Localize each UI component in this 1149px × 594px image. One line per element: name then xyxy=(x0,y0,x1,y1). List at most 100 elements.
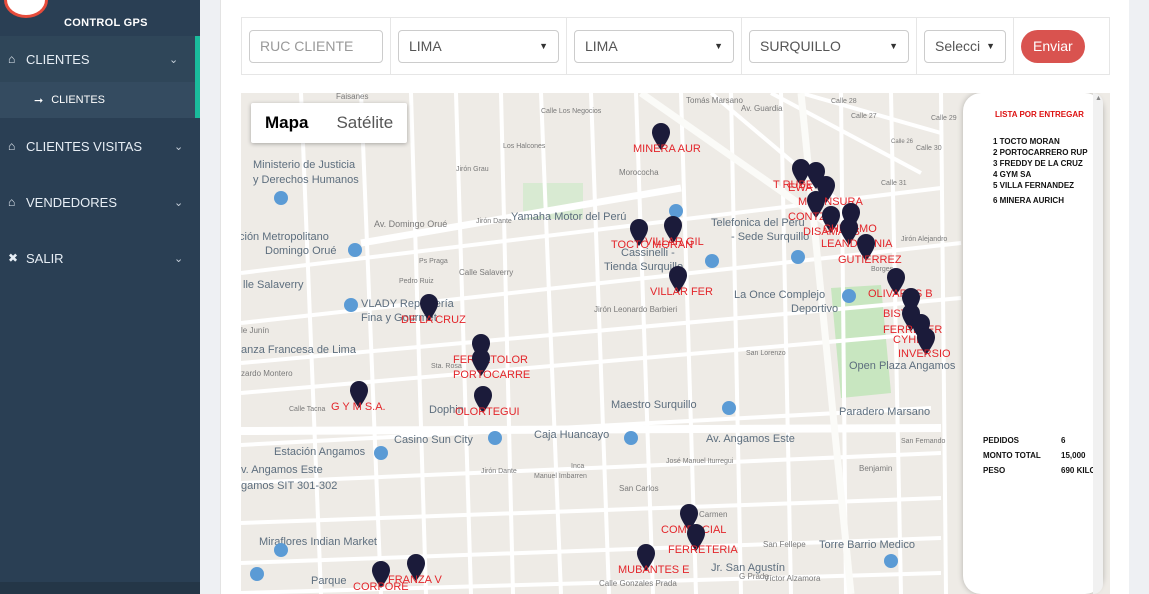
chevron-down-icon: ⌄ xyxy=(174,252,184,265)
marker-label: CONTZ xyxy=(788,211,826,223)
poi-icon[interactable] xyxy=(488,431,502,445)
district-value: SURQUILLO xyxy=(760,38,841,54)
list-item: 2 PORTOCARRERO RUP xyxy=(993,148,1088,157)
poi-icon[interactable] xyxy=(344,298,358,312)
poi-icon[interactable] xyxy=(624,431,638,445)
brand-title: CONTROL GPS xyxy=(64,17,148,29)
map-place-label: Yamaha Motor del Perú xyxy=(511,211,626,223)
department-value: LIMA xyxy=(409,38,442,54)
map-place-label: Av. Domingo Orué xyxy=(374,219,447,229)
map-place-label: San Fernando xyxy=(901,438,945,445)
map-place-label: Ps Praga xyxy=(419,258,448,265)
map-place-label: Estación Angamos xyxy=(274,446,366,458)
map-place-label: Paradero Marsano xyxy=(839,406,930,418)
sidebar-item-clientes[interactable]: ⌂ CLIENTES ⌄ xyxy=(0,36,200,82)
sidebar-item-salir[interactable]: ✖ SALIR ⌄ xyxy=(0,230,200,286)
map-canvas[interactable]: Faisanes Calle Los Negocios Tomás Marsano A… xyxy=(241,93,1110,594)
map-place-label: Calle Salaverry xyxy=(459,268,513,277)
map-type-control: Mapa Satélite xyxy=(251,103,408,143)
ruc-cliente-input[interactable]: RUC CLIENTE xyxy=(249,29,383,63)
poi-icon[interactable] xyxy=(274,191,288,205)
poi-icon[interactable] xyxy=(705,254,719,268)
stat-value: 6 xyxy=(1061,436,1066,445)
marker-label: EWA xyxy=(788,182,813,194)
list-item: 3 FREDDY DE LA CRUZ xyxy=(993,159,1083,168)
marker-label: FRANZA V xyxy=(388,574,442,586)
poi-icon[interactable] xyxy=(884,554,898,568)
map-place-label: Calle 26 xyxy=(891,139,914,145)
sidebar-item-clientes-visitas[interactable]: ⌂ CLIENTES VISITAS ⌄ xyxy=(0,118,200,174)
map-place-label: Pedro Ruiz xyxy=(399,278,434,285)
poi-icon[interactable] xyxy=(348,243,362,257)
brand: CONTROL GPS xyxy=(0,0,200,36)
map-place-label: Casino Sun City xyxy=(394,434,473,446)
marker-label: DE LA CRUZ xyxy=(401,314,466,326)
marker-label: VILLAR FER xyxy=(650,286,713,298)
map-place-label: Jirón Alejandro xyxy=(901,236,947,243)
map-place-label: zardo Montero xyxy=(241,369,293,378)
sidebar-subitem-label: CLIENTES xyxy=(51,94,106,106)
sidebar-item-vendedores[interactable]: ⌂ VENDEDORES ⌄ xyxy=(0,174,200,230)
enviar-button[interactable]: Enviar xyxy=(1021,29,1085,63)
map-marker[interactable]: VILLAR GIL xyxy=(645,216,704,248)
map-place-label: Calle Tacna xyxy=(289,406,326,413)
map-place-label: Caja Huancayo xyxy=(534,429,609,441)
map-place-label: José Manuel Iturregui xyxy=(666,458,734,465)
filter-cell: LIMA ▼ xyxy=(391,18,567,74)
map-place-label: gamos SIT 301-302 xyxy=(241,480,337,492)
logo xyxy=(4,0,48,18)
map-place-label: Calle 28 xyxy=(831,98,857,105)
list-item: 1 TOCTO MORAN xyxy=(993,137,1060,146)
marker-label: INVERSIO xyxy=(898,348,951,360)
map-place-label: Calle 29 xyxy=(931,115,957,122)
filter-cell: Selecci ▼ xyxy=(917,18,1014,74)
map-type-satelite[interactable]: Satélite xyxy=(322,113,407,133)
delivery-list: 1 TOCTO MORAN 2 PORTOCARRERO RUP 3 FREDD… xyxy=(993,136,1088,206)
map-place-label: Parque xyxy=(311,575,346,587)
list-item: 5 VILLA FERNANDEZ xyxy=(993,181,1075,190)
sidebar-item-label: SALIR xyxy=(26,250,64,266)
marker-label: OLORTEGUI xyxy=(455,406,520,418)
caret-down-icon: ▼ xyxy=(714,41,723,51)
district-select[interactable]: SURQUILLO ▼ xyxy=(749,29,909,63)
extra-select-value: Selecci xyxy=(935,38,981,54)
map-place-label: ción Metropolitano xyxy=(241,231,329,243)
stat-row: PESO 690 KILOS xyxy=(983,463,1101,478)
stat-row: MONTO TOTAL 15,000 xyxy=(983,448,1101,463)
poi-icon[interactable] xyxy=(274,543,288,557)
scroll-up-icon[interactable]: ▲ xyxy=(1095,95,1102,102)
map-type-mapa[interactable]: Mapa xyxy=(251,113,322,133)
panel-scrollbar[interactable]: ▲ xyxy=(1093,93,1103,594)
stat-label: PEDIDOS xyxy=(983,436,1020,445)
filter-cell: RUC CLIENTE xyxy=(242,18,391,74)
poi-icon[interactable] xyxy=(669,204,683,218)
poi-icon[interactable] xyxy=(250,567,264,581)
map-place-label: Deportivo xyxy=(791,303,838,315)
poi-icon[interactable] xyxy=(791,250,805,264)
extra-select[interactable]: Selecci ▼ xyxy=(924,29,1006,63)
department-select[interactable]: LIMA ▼ xyxy=(398,29,559,63)
map-place-label: Calle 31 xyxy=(881,180,907,187)
map-place-label: Inca xyxy=(571,463,584,470)
poi-icon[interactable] xyxy=(722,401,736,415)
sidebar: CONTROL GPS ⌂ CLIENTES ⌄ ➞ CLIENTES ⌂ CL… xyxy=(0,0,200,594)
caret-down-icon: ▼ xyxy=(889,41,898,51)
sidebar-item-label: CLIENTES xyxy=(26,51,90,67)
caret-down-icon: ▼ xyxy=(539,41,548,51)
map-place-label: Tomás Marsano xyxy=(686,96,743,105)
map-place-label: Carmen xyxy=(699,510,727,519)
province-select[interactable]: LIMA ▼ xyxy=(574,29,734,63)
sidebar-subitem-clientes[interactable]: ➞ CLIENTES xyxy=(0,82,200,118)
poi-icon[interactable] xyxy=(842,289,856,303)
main-content: RUC CLIENTE LIMA ▼ LIMA ▼ SURQUILLO ▼ Se… xyxy=(220,0,1129,594)
marker-label: FERRETERIA xyxy=(668,544,738,556)
poi-icon[interactable] xyxy=(374,446,388,460)
map-place-label: Open Plaza Angamos xyxy=(849,360,956,372)
map-place-label: Manuel Imbarren xyxy=(534,473,587,480)
marker-label: PORTOCARRE xyxy=(453,369,530,381)
map-place-label: le Junín xyxy=(241,326,269,335)
marker-label: MINERA AUR xyxy=(633,143,701,155)
map-place-label: Víctor Alzamora xyxy=(764,574,821,583)
map-place-label: - Sede Surquillo xyxy=(731,231,809,243)
map-place-label: Domingo Orué xyxy=(265,245,337,257)
